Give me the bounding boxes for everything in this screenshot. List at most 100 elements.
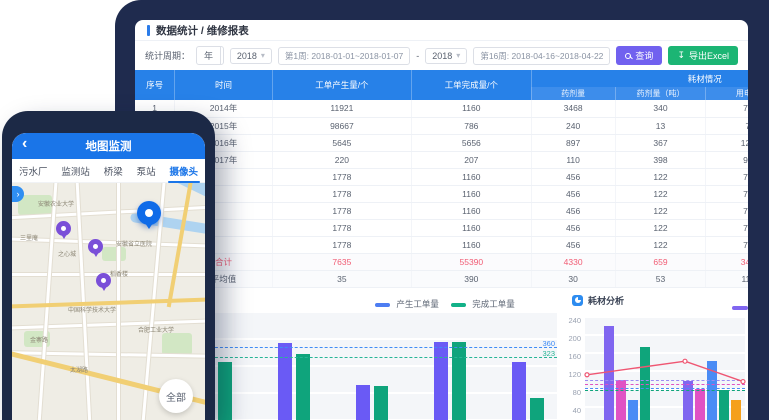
- bar-完成工单量: [374, 386, 388, 420]
- map-place-label: 合肥工业大学: [138, 325, 174, 334]
- consumables-chart: [585, 316, 745, 420]
- phone-tab-bar: 污水厂监测站桥梁泵站摄像头: [12, 159, 205, 183]
- table-cell: 456: [531, 168, 615, 185]
- all-filter-button[interactable]: 全部: [159, 379, 193, 413]
- map-place-label: 中国科学技术大学: [68, 305, 116, 314]
- table-cell: 1778: [272, 219, 411, 236]
- map-place-label: 三里庵: [20, 233, 38, 242]
- y-tick-label: 120: [568, 370, 581, 379]
- query-button[interactable]: 查询: [616, 46, 662, 65]
- table-cell: 122: [615, 185, 706, 202]
- charts-section: 产生工单量 完成工单量 360323 耗材分析 2402001601208040: [135, 288, 748, 420]
- table-row: 9177811604561227967: [135, 236, 748, 253]
- bar-完成工单量: [218, 362, 232, 420]
- table-cell: 1160: [412, 219, 531, 236]
- table-cell: 456: [531, 219, 615, 236]
- map-place-label: 稻香楼: [110, 269, 128, 278]
- period-label: 统计周期：: [145, 49, 190, 62]
- screenshot-stage: 数据统计 / 维修报表 统计周期： 年季月周日 2018 ▾ 第1周: 2018…: [0, 0, 769, 420]
- phone-tab[interactable]: 桥梁: [102, 160, 125, 182]
- reference-line: 360: [190, 347, 557, 348]
- map-place-label: 金寨路: [30, 335, 48, 344]
- period-option[interactable]: 季: [221, 47, 224, 64]
- table-cell: 111: [706, 270, 748, 287]
- year-to-value: 2018: [432, 51, 452, 61]
- week-to-input[interactable]: 第16周: 2018-04-16~2018-04-22: [473, 47, 610, 65]
- bar-产生工单量: [512, 362, 526, 420]
- legend-item[interactable]: 完成工单量: [451, 298, 515, 310]
- phone-tab[interactable]: 监测站: [59, 160, 92, 182]
- col-header: 工单完成量/个: [412, 70, 531, 100]
- work-order-bar-chart: 360323: [190, 311, 557, 420]
- map-view[interactable]: › 全部 安徽农业大学三里庵之心城安徽省立医院稻香楼中国科学技术大学合肥工业大学…: [12, 183, 205, 420]
- table-cell: 13: [615, 117, 706, 134]
- table-cell: 53: [615, 270, 706, 287]
- calendar-icon: ▾: [261, 51, 265, 60]
- map-place-label: 安徽省立医院: [116, 239, 152, 248]
- trend-line: [585, 316, 745, 420]
- river-shape: [160, 183, 205, 206]
- download-icon: ↧: [677, 50, 685, 61]
- table-cell: 1160: [412, 100, 531, 117]
- reference-line-label: 360: [542, 339, 555, 348]
- bar-产生工单量: [278, 343, 292, 420]
- table-cell: 4330: [531, 253, 615, 270]
- table-row: 5177811604561227967: [135, 168, 748, 185]
- bar-产生工单量: [356, 385, 370, 420]
- map-place-label: 之心城: [58, 249, 76, 258]
- right-chart-title: 耗材分析: [572, 294, 624, 307]
- period-option[interactable]: 年: [197, 47, 221, 64]
- table-cell: 79: [706, 219, 748, 236]
- table-cell: 122: [615, 219, 706, 236]
- selected-camera-marker[interactable]: [137, 201, 161, 225]
- breadcrumb-text: 数据统计 / 维修报表: [156, 23, 249, 38]
- year-from-select[interactable]: 2018 ▾: [230, 48, 272, 64]
- table-cell: 55390: [412, 253, 531, 270]
- y-tick-label: 80: [573, 388, 581, 397]
- y-tick-label: 200: [568, 334, 581, 343]
- phone-tab[interactable]: 摄像头: [168, 160, 201, 182]
- table-cell: 1778: [272, 168, 411, 185]
- table-cell: 3468: [531, 100, 615, 117]
- bar-完成工单量: [296, 354, 310, 420]
- table-row: 42017年2202071103989019: [135, 151, 748, 168]
- table-cell: 456: [531, 185, 615, 202]
- table-cell: 456: [531, 202, 615, 219]
- table-cell: 30: [531, 270, 615, 287]
- camera-marker[interactable]: [88, 239, 103, 254]
- legend-swatch: [375, 303, 390, 307]
- map-road: [37, 183, 57, 420]
- table-cell: 124: [706, 134, 748, 151]
- table-cell: 1778: [272, 202, 411, 219]
- table-row: 22015年98667786240137690: [135, 117, 748, 134]
- week-from-input[interactable]: 第1周: 2018-01-01~2018-01-07: [278, 47, 410, 65]
- report-table: 序号时间工单产生量/个工单完成量/个耗材情况药剂量药剂量（吨）用电量水量 120…: [135, 70, 748, 288]
- phone-screen: ‹ 地图监测 污水厂监测站桥梁泵站摄像头: [12, 133, 205, 420]
- year-to-select[interactable]: 2018 ▾: [425, 48, 467, 64]
- table-cell: 122: [615, 202, 706, 219]
- bar-完成工单量: [452, 342, 466, 420]
- year-from-value: 2018: [237, 51, 257, 61]
- col-header: 序号: [135, 70, 175, 100]
- pie-chart-icon: [572, 295, 583, 306]
- export-excel-button[interactable]: ↧ 导出Excel: [668, 46, 738, 65]
- table-row: 32016年56455656897367124129: [135, 134, 748, 151]
- bar-产生工单量: [434, 342, 448, 420]
- table-row: 7177811604561227967: [135, 202, 748, 219]
- legend-item[interactable]: 产生工单量: [375, 298, 439, 310]
- phone-app-header: ‹ 地图监测: [12, 133, 205, 159]
- camera-marker[interactable]: [56, 221, 71, 236]
- table-row: 12014年119211160346834070250: [135, 100, 748, 117]
- table-cell: 5645: [272, 134, 411, 151]
- phone-tab[interactable]: 泵站: [135, 160, 158, 182]
- table-cell: 122: [615, 236, 706, 253]
- legend-label: 完成工单量: [472, 299, 515, 309]
- sub-col-header: 药剂量: [531, 87, 615, 100]
- phone-tab[interactable]: 污水厂: [17, 160, 50, 182]
- table-cell: 398: [615, 151, 706, 168]
- y-tick-label: 160: [568, 352, 581, 361]
- table-cell: 79: [706, 168, 748, 185]
- camera-marker[interactable]: [96, 273, 111, 288]
- total-row: 合计7635553904330659349332: [135, 253, 748, 270]
- back-icon[interactable]: ‹: [22, 135, 27, 153]
